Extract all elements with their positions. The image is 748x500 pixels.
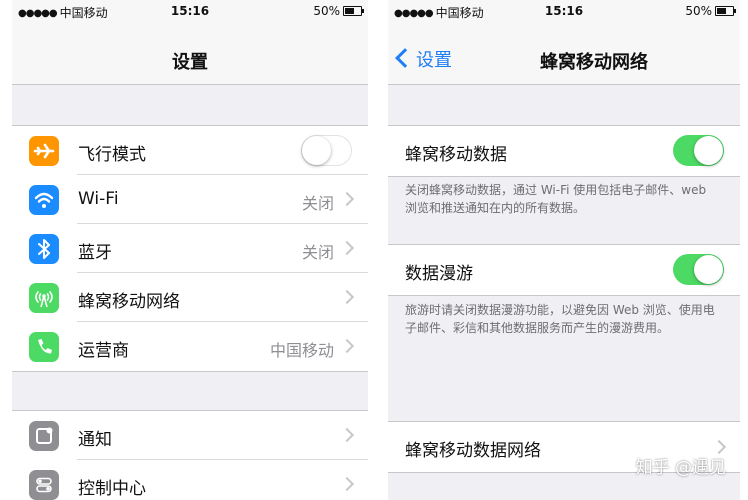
cellular-data-footnote: 关闭蜂窝移动数据，通过 Wi-Fi 使用包括电子邮件、web 浏览和推送通知在内… bbox=[405, 183, 707, 215]
airplane-mode-label: 飞行模式 bbox=[78, 145, 146, 165]
status-bar: ●●●●● 中国移动 15:16 50% bbox=[12, 0, 368, 22]
wifi-label: Wi-Fi bbox=[78, 189, 119, 209]
chevron-right-icon bbox=[339, 240, 355, 256]
cellular-data-row[interactable]: 蜂窝移动数据 bbox=[388, 126, 740, 176]
carrier-label: 运营商 bbox=[78, 341, 129, 361]
bluetooth-label: 蓝牙 bbox=[78, 243, 112, 263]
chevron-right-icon bbox=[339, 191, 355, 207]
battery-icon bbox=[343, 6, 364, 16]
chevron-right-icon bbox=[339, 289, 355, 305]
settings-row-bluetooth[interactable]: 蓝牙 关闭 bbox=[12, 224, 368, 273]
notifications-label: 通知 bbox=[78, 430, 112, 450]
airplane-icon bbox=[29, 136, 59, 166]
bluetooth-status: 关闭 bbox=[301, 243, 334, 262]
settings-row-cellular[interactable]: 蜂窝移动网络 bbox=[12, 273, 368, 322]
navigation-bar: 设置 bbox=[12, 22, 368, 85]
chevron-right-icon bbox=[339, 338, 355, 354]
bluetooth-icon bbox=[29, 234, 59, 264]
back-button-label: 设置 bbox=[416, 50, 452, 71]
page-title: 设置 bbox=[172, 52, 208, 73]
airplane-mode-toggle[interactable] bbox=[301, 135, 352, 166]
page-title: 蜂窝移动网络 bbox=[540, 52, 648, 73]
data-roaming-group: 数据漫游 bbox=[388, 244, 740, 296]
settings-group-connectivity: 飞行模式 Wi-Fi 关闭 蓝牙 关闭 蜂窝移动网络 运营商 中国移动 bbox=[12, 125, 368, 372]
chevron-right-icon bbox=[339, 476, 355, 492]
battery-icon bbox=[715, 6, 736, 16]
settings-row-carrier[interactable]: 运营商 中国移动 bbox=[12, 322, 368, 371]
data-roaming-footnote: 旅游时请关闭数据漫游功能，以避免因 Web 浏览、使用电子邮件、彩信和其他数据服… bbox=[405, 303, 715, 335]
cellular-data-toggle[interactable] bbox=[673, 135, 724, 166]
wifi-status: 关闭 bbox=[301, 194, 334, 213]
navigation-bar: 设置 蜂窝移动网络 bbox=[388, 22, 740, 85]
chevron-right-icon bbox=[711, 439, 727, 455]
battery-percent: 50% bbox=[313, 4, 340, 18]
watermark: 知乎 @遇见 bbox=[635, 458, 726, 478]
settings-row-airplane-mode[interactable]: 飞行模式 bbox=[12, 126, 368, 175]
chevron-right-icon bbox=[339, 427, 355, 443]
settings-group-system: 通知 控制中心 bbox=[12, 410, 368, 500]
status-bar: ●●●●● 中国移动 15:16 50% bbox=[388, 0, 740, 22]
cellular-antenna-icon bbox=[29, 283, 59, 313]
wifi-icon bbox=[29, 185, 59, 215]
control-center-label: 控制中心 bbox=[78, 479, 146, 499]
back-button[interactable]: 设置 bbox=[395, 46, 452, 72]
cellular-data-label: 蜂窝移动数据 bbox=[405, 145, 507, 165]
settings-row-control-center[interactable]: 控制中心 bbox=[12, 460, 368, 500]
battery-percent: 50% bbox=[685, 4, 712, 18]
cellular-screen: ●●●●● 中国移动 15:16 50% 设置 蜂窝移动网络 蜂窝移动数据 关闭蜂… bbox=[388, 0, 740, 500]
data-roaming-row[interactable]: 数据漫游 bbox=[388, 245, 740, 295]
data-roaming-label: 数据漫游 bbox=[405, 264, 473, 284]
cellular-data-network-label: 蜂窝移动数据网络 bbox=[405, 441, 541, 461]
phone-icon bbox=[29, 332, 59, 362]
carrier-value: 中国移动 bbox=[269, 341, 334, 360]
settings-screen: ●●●●● 中国移动 15:16 50% 设置 飞行模式 Wi-Fi 关闭 蓝牙… bbox=[12, 0, 368, 500]
cellular-label: 蜂窝移动网络 bbox=[78, 292, 180, 312]
notifications-icon bbox=[29, 421, 59, 451]
settings-row-wifi[interactable]: Wi-Fi 关闭 bbox=[12, 175, 368, 224]
data-roaming-toggle[interactable] bbox=[673, 254, 724, 285]
chevron-left-icon bbox=[395, 48, 415, 68]
settings-row-notifications[interactable]: 通知 bbox=[12, 411, 368, 460]
control-center-icon bbox=[29, 470, 59, 500]
cellular-data-group: 蜂窝移动数据 bbox=[388, 125, 740, 177]
